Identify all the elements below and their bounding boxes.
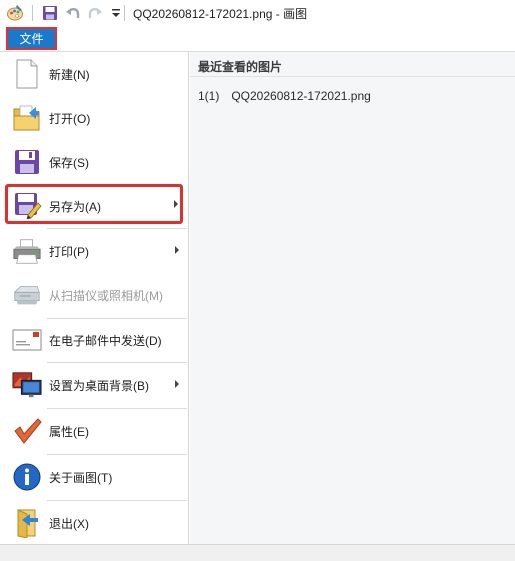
file-menu: 新建(N) 打开(O) 保存(S) 另存为(A) 打印(P) 从扫描仪或照相机(… [0, 52, 189, 544]
menu-item-label: 打开(O) [49, 112, 91, 126]
menu-item-label: 新建(N) [49, 68, 90, 82]
recent-pictures-pane: 最近查看的图片 1(1) QQ20260812-172021.png [190, 52, 515, 544]
info-icon [12, 462, 42, 492]
menu-item-save-as[interactable]: 另存为(A) [5, 184, 183, 224]
checkmark-icon [12, 416, 42, 446]
menu-item-set-desktop-background[interactable]: 设置为桌面背景(B) [3, 363, 186, 407]
new-document-icon [12, 59, 42, 89]
title-separator [32, 5, 33, 21]
recent-file-item[interactable]: 1(1) QQ20260812-172021.png [198, 89, 371, 103]
title-bar: QQ20260812-172021.png - 画图 [0, 0, 515, 26]
menu-item-from-scanner[interactable]: 从扫描仪或照相机(M) [3, 273, 186, 317]
menu-item-label: 设置为桌面背景(B) [49, 379, 149, 393]
paint-palette-icon[interactable] [6, 4, 24, 22]
chevron-down-icon[interactable] [107, 4, 125, 22]
menu-item-about[interactable]: 关于画图(T) [3, 455, 186, 499]
bottom-strip [0, 544, 515, 561]
menu-item-label: 退出(X) [49, 517, 89, 531]
title-separator [124, 5, 125, 21]
save-icon[interactable] [41, 4, 59, 22]
menu-item-exit[interactable]: 退出(X) [3, 501, 186, 545]
submenu-arrow-icon [174, 200, 178, 208]
undo-icon[interactable] [64, 4, 82, 22]
menu-item-label: 关于画图(T) [49, 471, 113, 485]
printer-icon [12, 236, 42, 266]
email-icon [12, 325, 42, 355]
menu-item-label: 打印(P) [49, 245, 89, 259]
menu-item-save[interactable]: 保存(S) [3, 140, 186, 184]
menu-item-properties[interactable]: 属性(E) [3, 409, 186, 453]
recent-file-name: QQ20260812-172021.png [231, 89, 371, 103]
recent-file-index: 1(1) [198, 89, 220, 103]
menu-item-label: 属性(E) [49, 425, 89, 439]
submenu-arrow-icon [175, 246, 179, 254]
save-floppy-icon [12, 147, 42, 177]
menu-item-label: 从扫描仪或照相机(M) [49, 289, 163, 303]
exit-icon [12, 508, 42, 538]
recent-pictures-header: 最近查看的图片 [198, 60, 283, 74]
file-tab[interactable]: 文件 [6, 27, 57, 50]
menu-item-new[interactable]: 新建(N) [3, 52, 186, 96]
open-folder-icon [12, 103, 42, 133]
menu-item-label: 保存(S) [49, 156, 89, 170]
menu-item-label: 在电子邮件中发送(D) [49, 334, 162, 348]
menu-item-label: 另存为(A) [49, 200, 101, 214]
save-as-icon [13, 190, 43, 220]
scanner-icon [12, 280, 42, 310]
redo-icon[interactable] [86, 4, 104, 22]
window-title: QQ20260812-172021.png - 画图 [133, 7, 308, 21]
submenu-arrow-icon [175, 380, 179, 388]
ribbon-tab-row: 文件 [0, 26, 515, 52]
menu-item-send-email[interactable]: 在电子邮件中发送(D) [3, 318, 186, 362]
menu-item-print[interactable]: 打印(P) [3, 229, 186, 273]
menu-item-open[interactable]: 打开(O) [3, 96, 186, 140]
desktop-background-icon [12, 370, 42, 400]
recent-header-divider [190, 76, 515, 77]
